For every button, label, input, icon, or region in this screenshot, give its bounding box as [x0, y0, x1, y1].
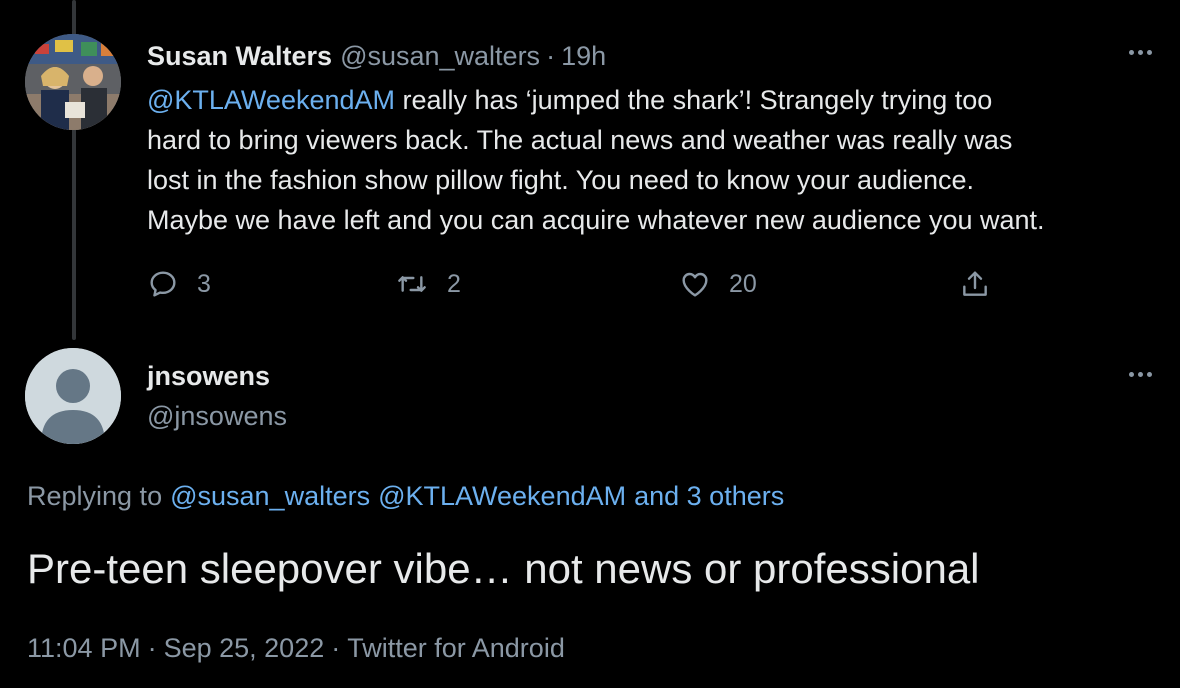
tweet-time[interactable]: 19h: [561, 38, 606, 74]
more-icon: [1128, 49, 1134, 55]
tweet-text: @KTLAWeekendAM really has ‘jumped the sh…: [147, 80, 1157, 240]
tweet-metadata: 11:04 PM · Sep 25, 2022 · Twitter for Androi…: [27, 630, 565, 666]
separator-dot: ·: [331, 633, 341, 663]
like-count: 20: [729, 269, 757, 298]
mention-link[interactable]: @KTLAWeekendAM: [147, 85, 395, 115]
author-handle[interactable]: @susan_walters: [340, 38, 540, 74]
heart-icon: [682, 272, 708, 297]
author-name[interactable]: jnsowens: [147, 358, 270, 394]
default-avatar-icon: [25, 348, 121, 444]
tweet-actions: 3 2 20: [147, 262, 1007, 306]
tweet-header: Susan Walters @susan_walters · 19h: [147, 38, 606, 74]
retweet-button[interactable]: 2: [395, 262, 461, 306]
mention-link[interactable]: @KTLAWeekendAM: [378, 481, 626, 511]
mention-link[interactable]: @susan_walters: [170, 481, 370, 511]
more-options-button[interactable]: [1122, 42, 1158, 62]
tweet-text-line: lost in the fashion show pillow fight. Y…: [147, 165, 975, 195]
replying-to: Replying to @susan_walters @KTLAWeekendAM a…: [27, 478, 784, 514]
profile-photo: [25, 34, 121, 130]
tweet-text: Pre-teen sleepover vibe… not news or pro…: [27, 545, 980, 592]
reply-button[interactable]: 3: [147, 262, 211, 306]
more-options-button[interactable]: [1122, 364, 1158, 384]
author-name[interactable]: Susan Walters: [147, 38, 332, 74]
others-link[interactable]: and 3 others: [634, 481, 784, 511]
retweet-icon: [398, 276, 426, 292]
avatar[interactable]: [25, 348, 121, 444]
reply-count: 3: [197, 269, 211, 298]
tweet-time[interactable]: 11:04 PM: [27, 633, 141, 663]
share-icon: [963, 271, 987, 296]
separator-dot: ·: [147, 633, 157, 663]
tweet-source[interactable]: Twitter for Android: [347, 633, 565, 663]
reply-icon: [150, 271, 176, 297]
like-button[interactable]: 20: [679, 262, 757, 306]
share-button[interactable]: [959, 262, 991, 306]
replying-prefix: Replying to: [27, 481, 163, 511]
tweet-text-line: Maybe we have left and you can acquire w…: [147, 205, 1045, 235]
separator-dot: ·: [546, 41, 556, 71]
tweet-text-line: hard to bring viewers back. The actual n…: [147, 125, 1013, 155]
author-handle[interactable]: @jnsowens: [147, 398, 287, 434]
retweet-count: 2: [447, 269, 461, 298]
more-icon: [1128, 371, 1134, 377]
tweet-date[interactable]: Sep 25, 2022: [164, 633, 325, 663]
avatar[interactable]: [25, 34, 121, 130]
tweet-thread: Susan Walters @susan_walters · 19h @KTLA…: [0, 0, 1180, 688]
tweet-text-line: @KTLAWeekendAM really has ‘jumped the sh…: [147, 85, 993, 115]
